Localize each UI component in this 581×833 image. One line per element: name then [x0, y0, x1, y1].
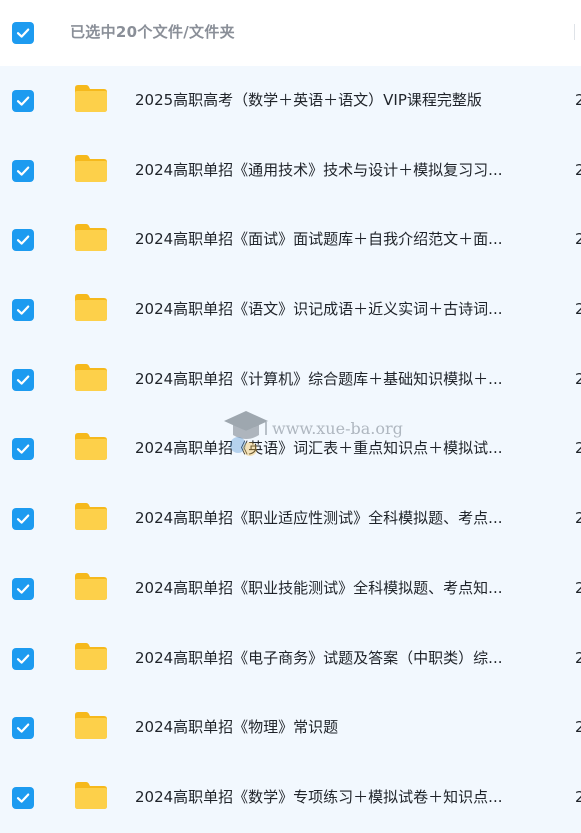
file-name: 2024高职单招《通用技术》技术与设计＋模拟复习习... — [135, 160, 503, 179]
checkmark-icon — [16, 654, 30, 664]
checkmark-icon — [16, 166, 30, 176]
file-date: 2 — [575, 578, 581, 597]
file-date: 2 — [575, 230, 581, 249]
file-date: 2 — [575, 91, 581, 109]
checkmark-icon — [16, 375, 30, 385]
watermark-text: www.xue-ba.org — [272, 419, 403, 438]
selection-header: 已选中20个文件/文件夹 — [0, 0, 581, 67]
checkmark-icon — [16, 305, 30, 315]
file-checkbox[interactable] — [12, 90, 34, 112]
file-checkbox[interactable] — [12, 786, 34, 809]
file-row[interactable]: 2024高职单招《职业适应性测试》全科模拟题、考点... 2 — [0, 484, 581, 554]
graduation-cap-icon — [224, 411, 268, 456]
file-row[interactable]: 2024高职单招《数学》专项练习＋模拟试卷＋知识点... 2 — [0, 763, 581, 833]
folder-icon — [75, 712, 107, 740]
file-row[interactable]: 2024高职单招《计算机》综合题库＋基础知识模拟＋... 2 — [0, 345, 581, 415]
folder-icon — [75, 363, 107, 391]
file-name: 2024高职单招《语文》识记成语＋近义实词＋古诗词... — [135, 300, 503, 319]
checkmark-icon — [16, 514, 30, 524]
checkmark-icon — [16, 444, 30, 455]
file-checkbox[interactable] — [12, 717, 34, 740]
file-row[interactable]: 2024高职单招《电子商务》试题及答案（中职类）综... 2 — [0, 624, 581, 694]
selection-count-text: 已选中20个文件/文件夹 — [70, 23, 235, 41]
file-checkbox[interactable] — [12, 438, 34, 461]
folder-icon — [75, 572, 107, 600]
watermark: www.xue-ba.org — [222, 405, 422, 465]
folder-icon — [75, 433, 107, 461]
file-date: 2 — [575, 648, 581, 667]
file-date: 2 — [575, 787, 581, 806]
file-row[interactable]: 2024高职单招《面试》面试题库＋自我介绍范文＋面... 2 — [0, 205, 581, 275]
file-name: 2025高职高考（数学＋英语＋语文）VIP课程完整版 — [135, 91, 482, 109]
file-row[interactable]: 2024高职单招《职业技能测试》全科模拟题、考点知... 2 — [0, 554, 581, 624]
checkmark-icon — [16, 793, 30, 803]
file-date: 2 — [575, 718, 581, 737]
folder-icon — [75, 642, 107, 670]
file-name: 2024高职单招《电子商务》试题及答案（中职类）综... — [135, 648, 503, 667]
folder-icon — [75, 503, 107, 531]
file-checkbox[interactable] — [12, 577, 34, 600]
file-name: 2024高职单招《职业适应性测试》全科模拟题、考点... — [135, 509, 503, 528]
header-divider — [574, 24, 581, 40]
file-row[interactable]: 2024高职单招《物理》常识题 2 — [0, 693, 581, 763]
file-name: 2024高职单招《职业技能测试》全科模拟题、考点知... — [135, 578, 503, 597]
checkmark-icon — [16, 584, 30, 594]
file-name: 2024高职单招《物理》常识题 — [135, 718, 339, 737]
file-checkbox[interactable] — [12, 159, 34, 182]
file-checkbox[interactable] — [12, 508, 34, 531]
select-all-checkbox[interactable] — [12, 22, 34, 44]
file-date: 2 — [575, 509, 581, 528]
file-date: 2 — [575, 160, 581, 179]
file-date: 2 — [575, 300, 581, 319]
file-name: 2024高职单招《数学》专项练习＋模拟试卷＋知识点... — [135, 787, 503, 806]
file-checkbox[interactable] — [12, 229, 34, 252]
folder-icon — [75, 224, 107, 252]
folder-icon — [75, 154, 107, 182]
folder-icon — [75, 781, 107, 809]
folder-icon — [75, 294, 107, 322]
file-date: 2 — [575, 439, 581, 458]
checkmark-icon — [16, 96, 30, 106]
file-row[interactable]: 2025高职高考（数学＋英语＋语文）VIP课程完整版 2 — [0, 66, 581, 136]
file-row[interactable]: 2024高职单招《语文》识记成语＋近义实词＋古诗词... 2 — [0, 275, 581, 345]
file-checkbox[interactable] — [12, 299, 34, 322]
folder-icon — [75, 85, 107, 112]
file-date: 2 — [575, 369, 581, 388]
file-row[interactable]: 2024高职单招《通用技术》技术与设计＋模拟复习习... 2 — [0, 136, 581, 206]
checkmark-icon — [16, 28, 30, 38]
file-name: 2024高职单招《面试》面试题库＋自我介绍范文＋面... — [135, 230, 503, 249]
file-name: 2024高职单招《计算机》综合题库＋基础知识模拟＋... — [135, 369, 503, 388]
file-checkbox[interactable] — [12, 368, 34, 391]
checkmark-icon — [16, 723, 30, 733]
checkmark-icon — [16, 235, 30, 246]
file-checkbox[interactable] — [12, 647, 34, 670]
